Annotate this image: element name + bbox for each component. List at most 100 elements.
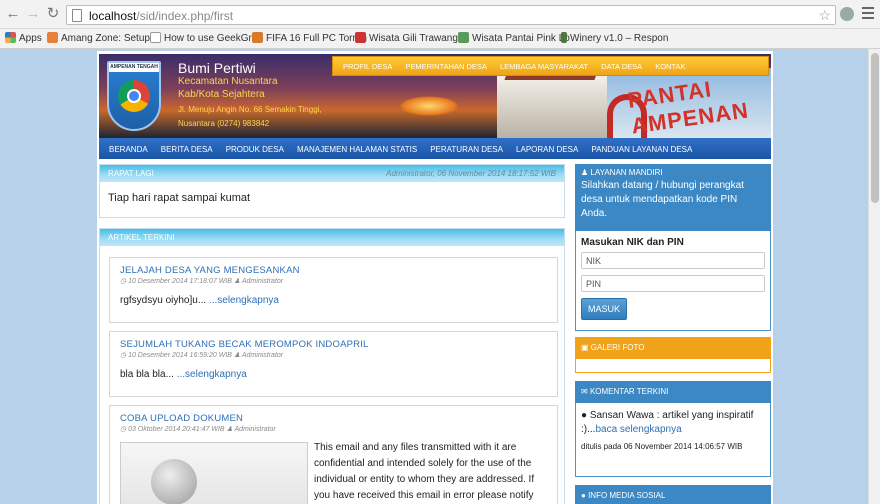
forward-icon[interactable]: → — [25, 6, 41, 22]
layanan-title: ♟ LAYANAN MANDIRI — [581, 168, 663, 177]
reload-icon[interactable]: ↻ — [45, 6, 61, 22]
komentar-title: KOMENTAR TERKINI — [589, 387, 669, 396]
article-title[interactable]: SEJUMLAH TUKANG BECAK MEROMPOK INDOAPRIL — [120, 339, 557, 350]
topnav-pemerintahan[interactable]: PEMERINTAHAN DESA — [405, 62, 487, 71]
article-card: SEJUMLAH TUKANG BECAK MEROMPOK INDOAPRIL… — [109, 331, 558, 397]
article-excerpt: rgfsydsyu oiyho]u... ...selengkapnya — [120, 295, 279, 306]
articles-header: ARTIKEL TERKINI — [100, 229, 564, 246]
site-icon — [458, 32, 469, 43]
topnav-lembaga[interactable]: LEMBAGA MASYARAKAT — [500, 62, 588, 71]
page-icon — [150, 32, 161, 43]
bookmark-item[interactable]: Wisata Pantai Pink Lo — [458, 32, 570, 46]
media-widget: ● INFO MEDIA SOSIAL — [575, 485, 771, 504]
site-title: Bumi Pertiwi — [178, 60, 256, 76]
galeri-body — [575, 359, 771, 373]
announcement-text: Tiap hari rapat sampai kumat — [108, 192, 251, 204]
address-bar[interactable]: localhost/sid/index.php/first ☆ — [66, 5, 836, 25]
comment-text: ● Sansan Wawa : artikel yang inspiratif … — [581, 410, 754, 435]
article-card: COBA UPLOAD DOKUMEN ◷ 03 Oktober 2014 20… — [109, 405, 558, 504]
announcement-header: RAPAT LAGI Administrator, 06 November 20… — [100, 165, 564, 182]
url-text: localhost/sid/index.php/first — [89, 9, 234, 23]
site-phone: Nusantara (0274) 983842 — [178, 119, 270, 128]
wine-icon — [561, 32, 567, 43]
bookmark-item[interactable]: FIFA 16 Full PC Torren — [252, 32, 367, 46]
top-nav: PROFIL DESA PEMERINTAHAN DESA LEMBAGA MA… — [332, 56, 769, 76]
article-card: JELAJAH DESA YANG MENGESANKAN ◷ 10 Desem… — [109, 257, 558, 323]
articles-title: ARTIKEL TERKINI — [108, 233, 175, 242]
article-meta: ◷ 03 Oktober 2014 20:41:47 WIB ♟ Adminis… — [120, 426, 276, 433]
bookmark-item[interactable]: How to use GeekGrad — [150, 32, 263, 46]
komentar-widget: ✉ KOMENTAR TERKINI ● Sansan Wawa : artik… — [575, 381, 771, 477]
nav-berita[interactable]: BERITA DESA — [161, 145, 213, 154]
bookmark-item[interactable]: Amang Zone: Setup C — [47, 32, 160, 46]
browser-toolbar: ← → ↻ localhost/sid/index.php/first ☆ — [0, 0, 880, 29]
topnav-data[interactable]: DATA DESA — [601, 62, 642, 71]
media-title: INFO MEDIA SOSIAL — [588, 491, 666, 500]
komentar-header: ✉ KOMENTAR TERKINI — [575, 381, 771, 403]
layanan-desc: Silahkan datang / hubungi perangkat desa… — [581, 180, 744, 219]
bookmark-item[interactable]: Wisata Gili Trawangan — [355, 32, 469, 46]
login-label: Masukan NIK dan PIN — [581, 237, 684, 248]
layanan-header: ♟ LAYANAN MANDIRI Silahkan datang / hubu… — [575, 164, 771, 231]
bookmark-star-icon[interactable]: ☆ — [818, 7, 831, 24]
nav-peraturan[interactable]: PERATURAN DESA — [430, 145, 503, 154]
thumbnail-image — [151, 459, 197, 504]
page-icon — [72, 9, 82, 22]
header-building — [497, 76, 607, 138]
chrome-logo-icon — [118, 80, 150, 112]
extension-icon[interactable] — [840, 7, 854, 21]
menu-icon[interactable] — [862, 7, 874, 22]
login-form: Masukan NIK dan PIN NIK PIN MASUK — [575, 231, 771, 331]
blogger-icon — [47, 32, 58, 43]
comment-read-more[interactable]: baca selengkapnya — [595, 424, 681, 435]
article-thumbnail[interactable] — [120, 442, 308, 504]
site-subtitle: Kecamatan Nusantara — [178, 76, 278, 87]
web-page: PANTAI AMPENAN AMPENAN TENGAH Bumi Perti… — [0, 49, 868, 504]
site-logo[interactable]: AMPENAN TENGAH — [107, 61, 161, 131]
site-address: Jl. Menuju Angin No. 66 Semakin Tinggi, — [178, 105, 322, 114]
header-sea — [99, 110, 519, 138]
topnav-kontak[interactable]: KONTAK — [655, 62, 685, 71]
galeri-title: GALERI FOTO — [590, 343, 645, 352]
site-header: PANTAI AMPENAN AMPENAN TENGAH Bumi Perti… — [99, 54, 771, 138]
scrollbar-thumb[interactable] — [871, 53, 879, 203]
read-more-link[interactable]: ...selengkapnya — [209, 295, 279, 306]
comment-date: ditulis pada 06 November 2014 14:06:57 W… — [581, 442, 743, 451]
article-title[interactable]: JELAJAH DESA YANG MENGESANKAN — [120, 265, 557, 276]
read-more-link[interactable]: ...selengkapnya — [177, 369, 247, 380]
header-sun — [399, 96, 459, 116]
bookmark-apps[interactable]: Apps — [5, 32, 42, 46]
site-subtitle-2: Kab/Kota Sejahtera — [178, 89, 265, 100]
media-header: ● INFO MEDIA SOSIAL — [575, 485, 771, 504]
main-nav: BERANDA BERITA DESA PRODUK DESA MANAJEME… — [99, 138, 771, 159]
topnav-profil[interactable]: PROFIL DESA — [343, 62, 392, 71]
nav-beranda[interactable]: BERANDA — [109, 145, 148, 154]
article-excerpt: bla bla bla... ...selengkapnya — [120, 369, 247, 380]
announcement-title: RAPAT LAGI — [108, 169, 154, 178]
page-container: PANTAI AMPENAN AMPENAN TENGAH Bumi Perti… — [97, 51, 773, 504]
nav-laporan[interactable]: LAPORAN DESA — [516, 145, 578, 154]
galeri-header[interactable]: ▣ GALERI FOTO — [575, 337, 771, 359]
article-title[interactable]: COBA UPLOAD DOKUMEN — [120, 413, 557, 424]
nik-input[interactable]: NIK — [581, 252, 765, 269]
announcement-meta: Administrator, 06 November 2014 18:17:52… — [386, 169, 556, 178]
mail-icon — [355, 32, 366, 43]
komentar-body: ● Sansan Wawa : artikel yang inspiratif … — [575, 403, 771, 477]
page-scrollbar[interactable] — [868, 49, 880, 504]
pin-input[interactable]: PIN — [581, 275, 765, 292]
articles-panel: ARTIKEL TERKINI JELAJAH DESA YANG MENGES… — [99, 228, 565, 504]
bookmark-item[interactable]: Winery v1.0 – Respon — [561, 32, 668, 46]
login-button[interactable]: MASUK — [581, 298, 627, 320]
announcement-panel: RAPAT LAGI Administrator, 06 November 20… — [99, 164, 565, 218]
torrent-icon — [252, 32, 263, 43]
nav-produk[interactable]: PRODUK DESA — [226, 145, 284, 154]
logo-band-text: AMPENAN TENGAH — [109, 63, 159, 72]
nav-manajemen[interactable]: MANAJEMEN HALAMAN STATIS — [297, 145, 417, 154]
back-icon[interactable]: ← — [5, 6, 21, 22]
bookmarks-bar: Apps Amang Zone: Setup C How to use Geek… — [0, 29, 880, 49]
layanan-widget: ♟ LAYANAN MANDIRI Silahkan datang / hubu… — [575, 164, 771, 331]
article-body: This email and any files transmitted wit… — [314, 442, 535, 501]
nav-panduan[interactable]: PANDUAN LAYANAN DESA — [591, 145, 692, 154]
galeri-widget: ▣ GALERI FOTO — [575, 337, 771, 373]
article-meta: ◷ 10 Desember 2014 16:59:20 WIB ♟ Admini… — [120, 352, 284, 359]
